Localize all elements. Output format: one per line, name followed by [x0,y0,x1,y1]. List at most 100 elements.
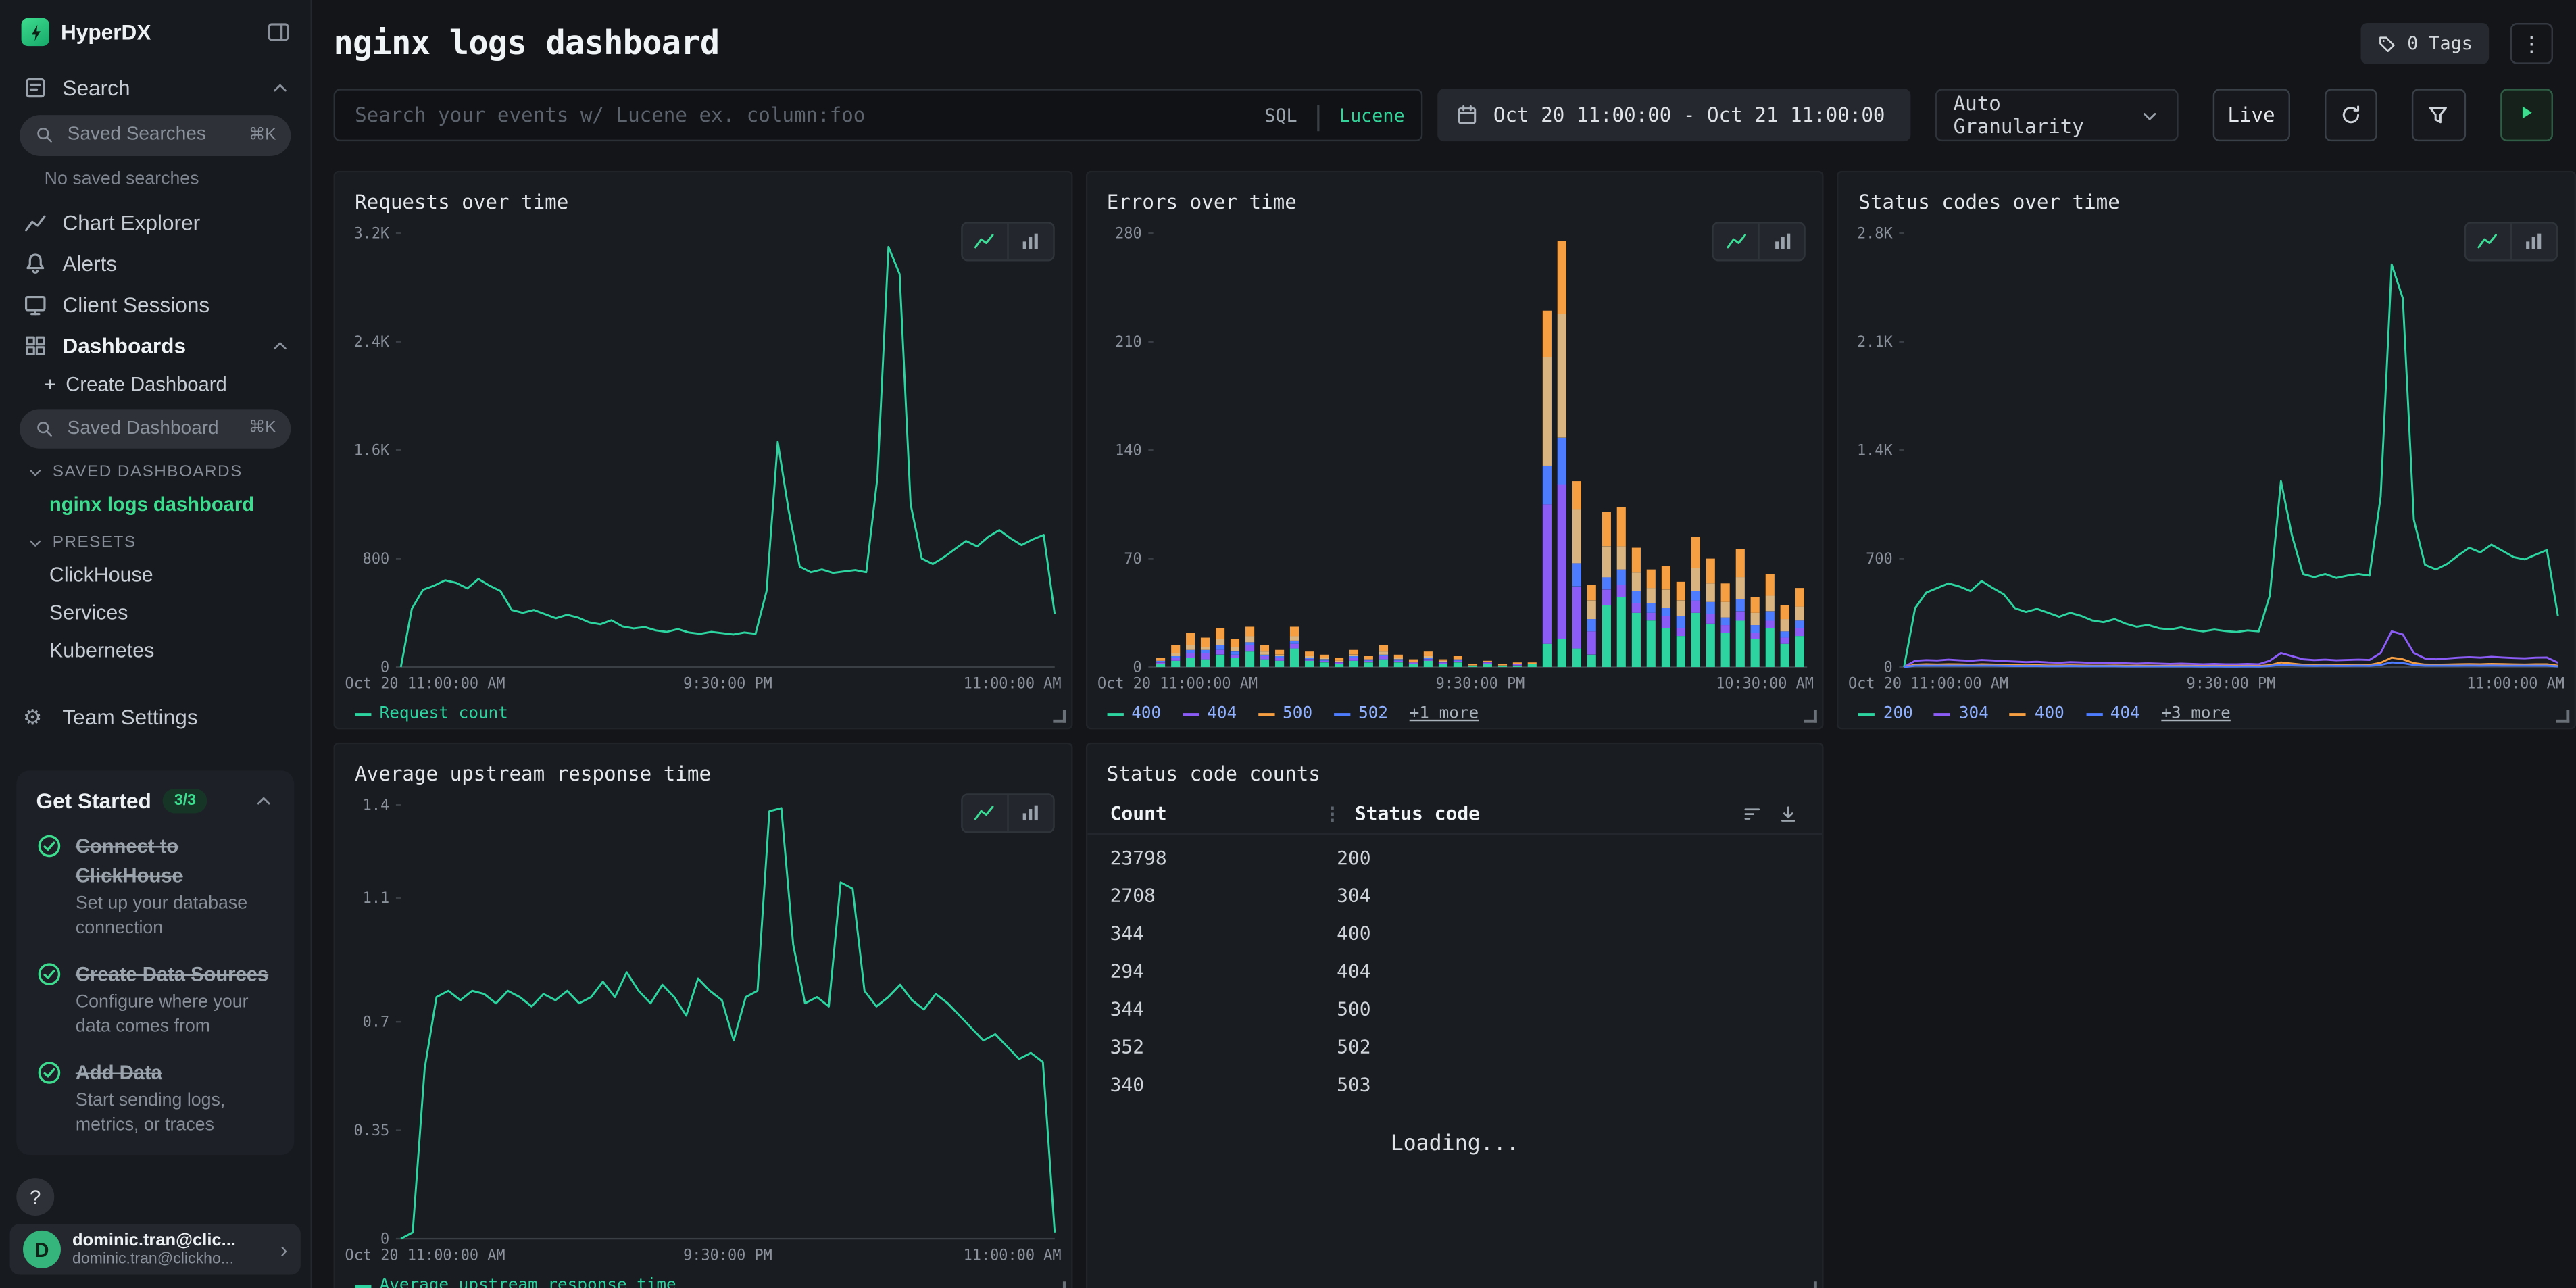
event-search-input[interactable] [351,102,1252,128]
legend-item[interactable]: Request count [355,705,508,723]
download-icon[interactable] [1778,803,1800,824]
table-row[interactable]: 352502 [1087,1026,1823,1064]
sidebar-item-kubernetes[interactable]: Kubernetes [0,633,310,671]
sidebar-item-chart-explorer[interactable]: Chart Explorer [0,201,310,243]
table-row[interactable]: 340503 [1087,1064,1823,1102]
panel-errors-over-time: Errors over time 070140210280Oct 20 11:0… [1085,171,1824,730]
line-chart-icon[interactable] [2466,224,2510,259]
legend-item[interactable]: 400 [1107,705,1161,723]
get-started-step[interactable]: Add Data Start sending logs, metrics, or… [36,1058,274,1137]
bar-chart-icon[interactable] [1006,795,1052,831]
refresh-icon [2339,103,2362,126]
resize-handle[interactable] [1053,1281,1066,1288]
presets-section[interactable]: PRESETS [0,523,310,558]
help-button[interactable]: ? [16,1179,54,1216]
chevron-up-icon[interactable] [253,791,274,812]
get-started-step[interactable]: Create Data Sources Configure where your… [36,960,274,1039]
legend-item[interactable]: 400 [2010,705,2064,723]
legend-item[interactable]: 500 [1258,705,1312,723]
svg-text:0.7: 0.7 [363,1014,390,1031]
run-query-button[interactable] [2500,89,2553,141]
svg-text:70: 70 [1123,551,1141,568]
sidebar-collapse-icon[interactable] [266,20,291,44]
legend-item[interactable]: +1 more [1410,705,1479,723]
more-options-button[interactable]: ⋮ [2510,23,2553,64]
sidebar-item-services[interactable]: Services [0,595,310,633]
svg-text:2.4K: 2.4K [353,334,390,351]
legend-item[interactable]: +3 more [2161,705,2230,723]
table-row[interactable]: 2708304 [1087,876,1823,914]
lang-separator: | [1310,99,1326,130]
tags-label: 0 Tags [2407,33,2473,55]
line-chart-icon[interactable] [962,224,1007,259]
brand-name: HyperDX [61,20,151,44]
sidebar-item-search[interactable]: Search [0,68,310,109]
line-chart-icon[interactable] [1714,224,1758,259]
saved-searches-field[interactable] [64,124,222,147]
chart-legend: 400 404 500 502 +1 more [1087,701,1823,729]
brand[interactable]: HyperDX [22,18,151,46]
live-button[interactable]: Live [2213,89,2290,141]
resize-handle[interactable] [1804,710,1817,722]
sidebar-item-nginx-logs-dashboard[interactable]: nginx logs dashboard [0,487,310,522]
user-menu[interactable]: D dominic.tran@clic... dominic.tran@clic… [10,1224,301,1274]
chevron-up-icon[interactable] [270,77,291,99]
legend-item[interactable]: Average upstream response time [355,1277,676,1288]
resize-handle[interactable] [1053,710,1066,722]
tags-button[interactable]: 0 Tags [2361,23,2489,64]
lucene-toggle[interactable]: Lucene [1339,104,1405,126]
avg-upstream-chart[interactable]: 00.350.71.11.4Oct 20 11:00:00 AM9:30:00 … [342,792,1064,1273]
filter-rows-icon[interactable] [1742,803,1764,824]
column-status-code[interactable]: Status code [1355,801,1480,824]
svg-text:2.8K: 2.8K [1858,226,1894,243]
svg-text:1.6K: 1.6K [353,442,390,459]
status-codes-chart[interactable]: 07001.4K2.1K2.8KOct 20 11:00:00 AM9:30:0… [1846,220,2568,701]
bar-chart-icon[interactable] [1758,224,1804,259]
saved-dashboards-field[interactable] [64,417,222,440]
create-dashboard-button[interactable]: + Create Dashboard [0,366,310,401]
get-started-step[interactable]: Connect to ClickHouse Set up your databa… [36,832,274,941]
svg-text:800: 800 [363,551,390,568]
legend-item[interactable]: 404 [1183,705,1237,723]
table-row[interactable]: 344500 [1087,989,1823,1027]
resize-handle[interactable] [1804,1281,1817,1288]
svg-text:2.1K: 2.1K [1858,334,1894,351]
event-search-box[interactable]: SQL | Lucene [334,89,1423,141]
date-range-picker[interactable]: Oct 20 11:00:00 - Oct 21 11:00:00 [1437,89,1910,141]
legend-item[interactable]: 502 [1334,705,1388,723]
svg-text:1.4K: 1.4K [1858,442,1894,459]
panel-title: Status code counts [1107,762,1320,785]
refresh-button[interactable] [2324,89,2377,141]
chevron-up-icon[interactable] [270,335,291,356]
legend-item[interactable]: 304 [1934,705,1988,723]
legend-item[interactable]: 200 [1858,705,1912,723]
svg-text:Oct 20 11:00:00 AM: Oct 20 11:00:00 AM [1097,676,1257,693]
sidebar-item-team-settings[interactable]: ⚙ Team Settings [0,697,310,738]
sql-toggle[interactable]: SQL [1264,104,1297,126]
bar-chart-icon[interactable] [1006,224,1052,259]
saved-dashboards-section[interactable]: SAVED DASHBOARDS [0,452,310,487]
sidebar-item-clickhouse[interactable]: ClickHouse [0,558,310,595]
svg-text:11:00:00 AM: 11:00:00 AM [964,1247,1062,1264]
saved-dashboards-input[interactable]: ⌘K [20,408,291,449]
search-icon [34,126,54,145]
table-row[interactable]: 294404 [1087,951,1823,989]
legend-item[interactable]: 404 [2085,705,2139,723]
sidebar-item-client-sessions[interactable]: Client Sessions [0,284,310,325]
bar-chart-icon[interactable] [2510,224,2556,259]
resize-handle[interactable] [2556,710,2569,722]
line-chart-icon[interactable] [962,795,1007,831]
table-row[interactable]: 344400 [1087,914,1823,951]
column-count[interactable]: Count [1110,801,1324,824]
saved-searches-input[interactable]: ⌘K [20,115,291,155]
errors-chart[interactable]: 070140210280Oct 20 11:00:00 AM9:30:00 PM… [1093,220,1816,701]
table-header: Count ⋮ Status code [1087,792,1823,835]
filter-button[interactable] [2412,89,2465,141]
table-row[interactable]: 23798200 [1087,838,1823,876]
sidebar-item-dashboards[interactable]: Dashboards [0,324,310,366]
column-grip-icon[interactable]: ⋮ [1324,803,1342,824]
requests-chart[interactable]: 08001.6K2.4K3.2KOct 20 11:00:00 AM9:30:0… [342,220,1064,701]
sidebar-item-alerts[interactable]: Alerts [0,243,310,284]
granularity-select[interactable]: Auto Granularity [1935,89,2179,141]
svg-text:0: 0 [380,659,389,676]
